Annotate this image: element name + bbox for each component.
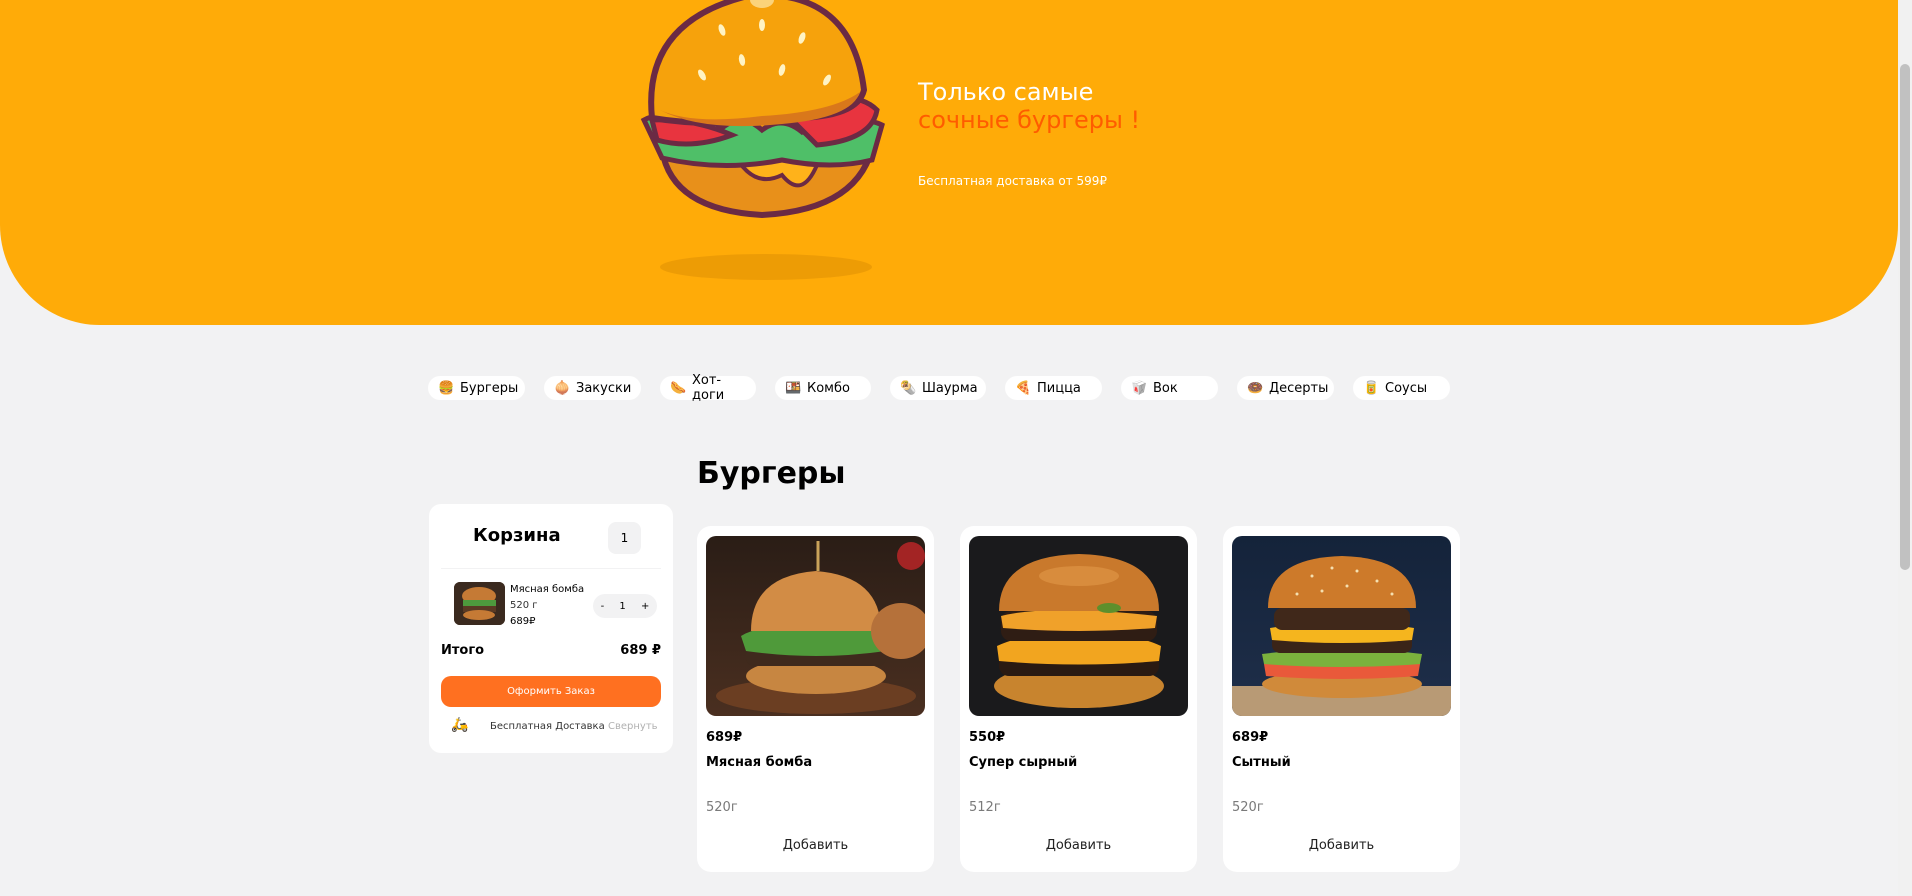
category-label: Вок <box>1153 380 1178 396</box>
product-image <box>1232 536 1451 716</box>
add-to-cart-button[interactable]: Добавить <box>969 830 1188 860</box>
product-name: Супер сырный <box>969 755 1078 770</box>
hero-title-line2: сочные бургеры ! <box>918 106 1141 134</box>
cart-item-price: 689₽ <box>510 616 536 627</box>
collapse-button[interactable]: Свернуть <box>608 721 658 732</box>
hero-shadow <box>660 254 872 280</box>
decrement-button[interactable]: - <box>601 601 605 612</box>
category-combo[interactable]: 🍱 Комбо <box>775 376 871 400</box>
category-label: Закуски <box>576 380 632 396</box>
category-burgers[interactable]: 🍔 Бургеры <box>428 376 525 400</box>
category-label: Бургеры <box>460 380 519 396</box>
category-pizza[interactable]: 🍕 Пицца <box>1005 376 1102 400</box>
category-nav: 🍔 Бургеры 🧅 Закуски 🌭 Хот-доги 🍱 Комбо 🌯 Шаур… <box>428 373 1450 403</box>
increment-button[interactable]: + <box>641 601 649 612</box>
product-card: 550₽ Супер сырный 512г Добавить <box>960 526 1197 872</box>
product-price: 550₽ <box>969 730 1006 745</box>
category-desserts[interactable]: 🍩 Десерты <box>1237 376 1334 400</box>
hero-burger-illustration <box>640 0 885 219</box>
product-image <box>969 536 1188 716</box>
product-name: Мясная бомба <box>706 755 813 770</box>
hotdog-icon: 🌭 <box>670 380 687 396</box>
scrollbar-thumb[interactable] <box>1900 64 1910 570</box>
shawarma-icon: 🌯 <box>900 380 917 396</box>
cart-item-name: Мясная бомба <box>510 584 585 595</box>
cart-panel: Корзина 1 Мясная бомба 520 г 689₽ - 1 + … <box>429 504 673 753</box>
cart-total-label: Итого <box>441 643 485 658</box>
wok-icon: 🥡 <box>1131 380 1148 396</box>
product-weight: 520г <box>706 800 738 815</box>
add-to-cart-button[interactable]: Добавить <box>706 830 925 860</box>
section-title: Бургеры <box>697 456 846 491</box>
product-card: 689₽ Сытный 520г Добавить <box>1223 526 1460 872</box>
burger-icon: 🍔 <box>438 380 455 396</box>
quantity-value: 1 <box>619 600 626 612</box>
category-label: Пицца <box>1037 380 1081 396</box>
cart-item-image <box>454 582 505 625</box>
sauce-icon: 🥫 <box>1363 380 1380 396</box>
hero-title-line1: Только самые <box>918 78 1094 106</box>
cart-title: Корзина <box>473 525 561 546</box>
cart-count-badge: 1 <box>608 522 641 554</box>
category-label: Соусы <box>1385 380 1428 396</box>
category-shawarma[interactable]: 🌯 Шаурма <box>890 376 986 400</box>
hero-banner: Только самые сочные бургеры ! Бесплатная… <box>0 0 1898 325</box>
product-name: Сытный <box>1232 755 1291 770</box>
snacks-icon: 🧅 <box>554 380 571 396</box>
category-label: Комбо <box>807 380 850 396</box>
product-weight: 520г <box>1232 800 1264 815</box>
category-label: Десерты <box>1269 380 1329 396</box>
add-to-cart-button[interactable]: Добавить <box>1232 830 1451 860</box>
checkout-button[interactable]: Оформить Заказ <box>441 676 661 707</box>
product-weight: 512г <box>969 800 1001 815</box>
category-label: Хот-доги <box>692 373 725 403</box>
donut-icon: 🍩 <box>1247 380 1264 396</box>
category-snacks[interactable]: 🧅 Закуски <box>544 376 641 400</box>
product-price: 689₽ <box>706 730 743 745</box>
delivery-text: Бесплатная Доставка <box>490 721 605 732</box>
product-price: 689₽ <box>1232 730 1269 745</box>
hero-title: Только самые сочные бургеры ! <box>918 78 1140 134</box>
product-image <box>706 536 925 716</box>
cart-total-value: 689 ₽ <box>620 643 661 658</box>
combo-icon: 🍱 <box>785 380 802 396</box>
category-label: Шаурма <box>922 380 978 396</box>
product-card: 689₽ Мясная бомба 520г Добавить <box>697 526 934 872</box>
category-wok[interactable]: 🥡 Вок <box>1121 376 1218 400</box>
hero-subtitle: Бесплатная доставка от 599₽ <box>918 174 1108 188</box>
category-sauces[interactable]: 🥫 Соусы <box>1353 376 1450 400</box>
page-scrollbar[interactable] <box>1898 0 1912 896</box>
cart-item-weight: 520 г <box>510 600 538 611</box>
cart-divider <box>441 568 661 569</box>
pizza-icon: 🍕 <box>1015 380 1032 396</box>
category-hotdogs[interactable]: 🌭 Хот-доги <box>660 373 756 403</box>
delivery-icon: 🛵 <box>451 717 469 733</box>
quantity-stepper: - 1 + <box>593 594 657 618</box>
